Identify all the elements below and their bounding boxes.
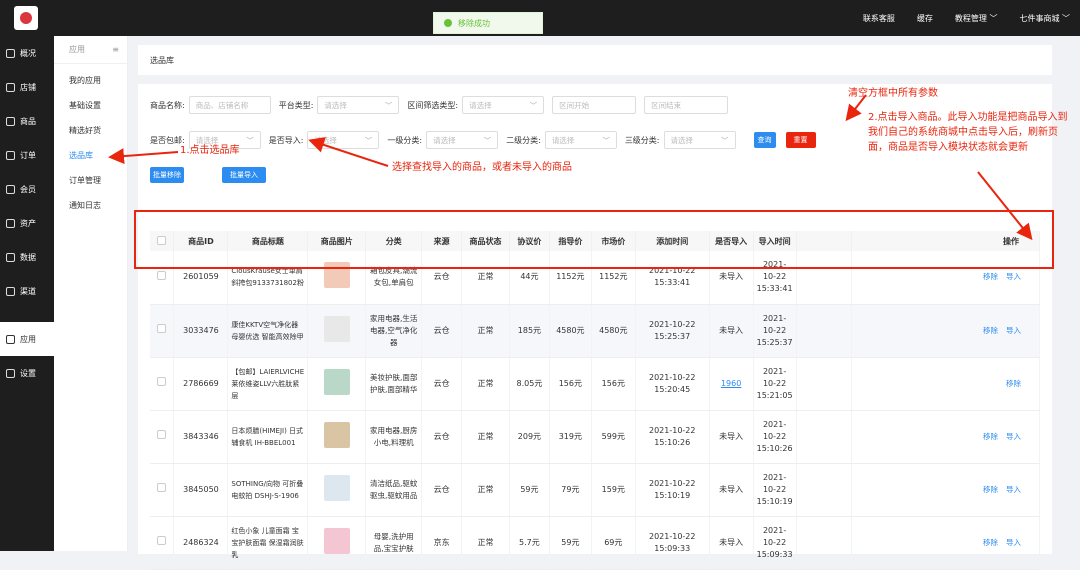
arrow-to-reset xyxy=(845,94,867,122)
arrow-to-import-filter xyxy=(308,137,389,167)
arrow-to-library xyxy=(108,148,179,165)
annotation-arrows xyxy=(108,94,1033,241)
arrow-to-import xyxy=(977,171,1033,241)
